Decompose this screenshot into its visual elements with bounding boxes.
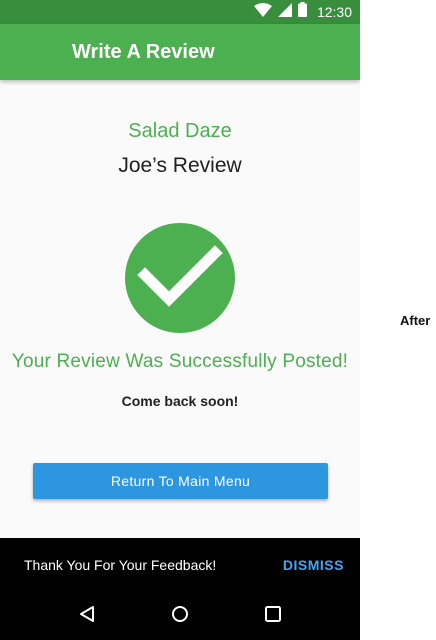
battery-icon — [297, 2, 307, 22]
status-bar: 12:30 — [0, 0, 360, 24]
recents-icon — [265, 605, 282, 627]
check-circle-icon — [125, 223, 235, 333]
wifi-icon — [253, 2, 272, 22]
success-message: Your Review Was Successfully Posted! — [11, 351, 349, 372]
phone-screen: 12:30 Write A Review Salad Daze Joe’s Re… — [0, 0, 360, 640]
back-button[interactable] — [63, 592, 111, 640]
return-to-main-menu-button[interactable]: Return To Main Menu — [33, 463, 328, 499]
navigation-bar — [0, 592, 360, 640]
status-icons: 12:30 — [253, 2, 352, 22]
snackbar-message: Thank You For Your Feedback! — [24, 557, 217, 573]
review-title: Joe’s Review — [118, 154, 242, 177]
review-confirmation: Salad Daze Joe’s Review Your Review Was … — [0, 80, 360, 538]
after-caption: After — [400, 313, 431, 328]
recents-button[interactable] — [249, 592, 297, 640]
restaurant-name: Salad Daze — [128, 120, 232, 142]
back-icon — [79, 605, 95, 628]
app-bar: Write A Review — [0, 24, 360, 80]
canvas: 12:30 Write A Review Salad Daze Joe’s Re… — [0, 0, 436, 640]
home-icon — [171, 605, 189, 628]
signal-icon — [277, 2, 292, 22]
dismiss-button[interactable]: DISMISS — [283, 557, 344, 573]
snackbar: Thank You For Your Feedback! DISMISS — [0, 538, 360, 592]
status-time: 12:30 — [316, 4, 352, 20]
home-button[interactable] — [156, 592, 204, 640]
come-back-message: Come back soon! — [121, 393, 239, 409]
page-title: Write A Review — [72, 40, 215, 63]
